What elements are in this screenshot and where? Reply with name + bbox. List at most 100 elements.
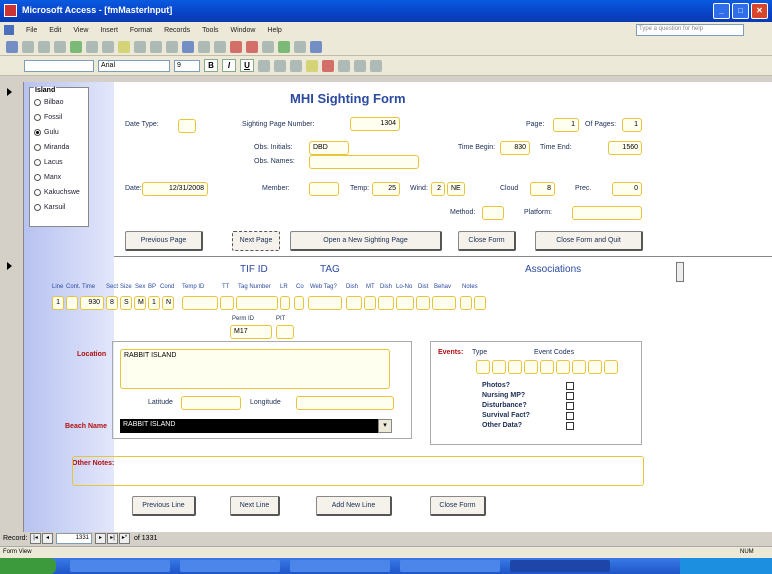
line-color-icon[interactable] [338, 59, 350, 72]
save-icon[interactable] [22, 40, 34, 53]
first-record-icon[interactable]: |◂ [30, 533, 41, 544]
font-combo[interactable]: Arial [98, 59, 170, 72]
bp-field[interactable]: 1 [148, 296, 160, 310]
island-option-1[interactable]: Fossil [34, 114, 62, 121]
tt-field[interactable] [220, 296, 234, 310]
menu-edit[interactable]: Edit [49, 27, 61, 34]
sort-desc-icon[interactable] [166, 40, 178, 53]
obs-names-field[interactable] [309, 155, 419, 169]
apply-filter-icon[interactable] [198, 40, 210, 53]
menu-tools[interactable]: Tools [202, 27, 218, 34]
event-code-field-4[interactable] [572, 360, 586, 374]
lr-field[interactable] [280, 296, 290, 310]
disturbance-checkbox[interactable] [566, 402, 574, 410]
longitude-field[interactable] [296, 396, 394, 410]
other-notes-field[interactable] [72, 456, 644, 486]
time-field[interactable]: 930 [80, 296, 104, 310]
preview-icon[interactable] [54, 40, 66, 53]
taskbar-item-1[interactable] [70, 560, 170, 572]
island-option-4[interactable]: Lacus [34, 159, 63, 166]
event-code-field-3[interactable] [556, 360, 570, 374]
cond-field[interactable]: N [162, 296, 174, 310]
menu-insert[interactable]: Insert [100, 27, 118, 34]
fill-color-icon[interactable] [306, 59, 318, 72]
cont-field[interactable] [66, 296, 78, 310]
spelling-icon[interactable] [70, 40, 82, 53]
date-type-field[interactable] [178, 119, 196, 133]
location-field[interactable]: RABBIT ISLAND [120, 349, 390, 389]
align-center-icon[interactable] [274, 59, 286, 72]
next-page-button[interactable]: Next Page [232, 231, 280, 251]
size-field[interactable]: S [120, 296, 132, 310]
maximize-icon[interactable]: □ [732, 3, 749, 19]
member-field[interactable] [309, 182, 339, 196]
close-form-and-quit-button[interactable]: Close Form and Quit [535, 231, 643, 251]
help-search-input[interactable]: Type a question for help [636, 24, 744, 36]
event-type-field-1[interactable] [476, 360, 490, 374]
print-icon[interactable] [38, 40, 50, 53]
island-option-7[interactable]: Karsuil [34, 204, 65, 211]
record-number-input[interactable]: 1331 [56, 533, 92, 544]
prev-record-icon[interactable]: ◂ [42, 533, 53, 544]
of-pages-field[interactable]: 1 [622, 118, 642, 132]
lo-no-field[interactable] [396, 296, 414, 310]
previous-page-button[interactable]: Previous Page [125, 231, 203, 251]
sighting-page-field[interactable]: 1304 [350, 117, 400, 131]
italic-button[interactable]: I [222, 59, 236, 72]
minimize-icon[interactable]: _ [713, 3, 730, 19]
find-icon[interactable] [214, 40, 226, 53]
mt-field[interactable] [364, 296, 376, 310]
pit-field[interactable] [276, 325, 294, 339]
database-window-icon[interactable] [278, 40, 290, 53]
method-field[interactable] [482, 206, 504, 220]
close-icon[interactable]: ✕ [751, 3, 768, 19]
event-type-field-3[interactable] [508, 360, 522, 374]
view-icon[interactable] [6, 40, 18, 53]
help-icon[interactable] [310, 40, 322, 53]
object-combo[interactable] [24, 59, 94, 72]
next-record-icon[interactable]: ▸ [95, 533, 106, 544]
sex-field[interactable]: M [134, 296, 146, 310]
sort-asc-icon[interactable] [150, 40, 162, 53]
previous-line-button[interactable]: Previous Line [132, 496, 196, 516]
menu-format[interactable]: Format [130, 27, 152, 34]
paste-icon[interactable] [118, 40, 130, 53]
last-record-icon[interactable]: ▸| [107, 533, 118, 544]
dist-field[interactable] [416, 296, 430, 310]
taskbar-item-4[interactable] [400, 560, 500, 572]
island-option-6[interactable]: Kakuchswe [34, 189, 80, 196]
line-field[interactable]: 1 [52, 296, 64, 310]
latitude-field[interactable] [181, 396, 241, 410]
date-field[interactable]: 12/31/2008 [142, 182, 208, 196]
cut-icon[interactable] [86, 40, 98, 53]
obs-initials-field[interactable]: DBD [309, 141, 349, 155]
time-begin-field[interactable]: 830 [500, 141, 530, 155]
taskbar-item-active[interactable] [510, 560, 610, 572]
menu-help[interactable]: Help [267, 27, 281, 34]
start-button[interactable] [0, 558, 56, 574]
behav-field[interactable] [432, 296, 456, 310]
detail-scrollbar[interactable] [676, 262, 684, 282]
temp-field[interactable]: 25 [372, 182, 400, 196]
line-width-icon[interactable] [354, 59, 366, 72]
platform-field[interactable] [572, 206, 642, 220]
notes-field-1[interactable] [460, 296, 472, 310]
island-option-5[interactable]: Manx [34, 174, 61, 181]
temp-id-field[interactable] [182, 296, 218, 310]
align-left-icon[interactable] [258, 59, 270, 72]
special-effect-icon[interactable] [370, 59, 382, 72]
event-code-field-6[interactable] [604, 360, 618, 374]
perm-id-field[interactable]: M17 [230, 325, 272, 339]
new-record-icon[interactable] [230, 40, 242, 53]
cloud-field[interactable]: 8 [530, 182, 555, 196]
time-end-field[interactable]: 1560 [608, 141, 642, 155]
wind-direction-field[interactable]: NE [447, 182, 465, 196]
other-data-checkbox[interactable] [566, 422, 574, 430]
island-option-3[interactable]: Miranda [34, 144, 69, 151]
filter-icon[interactable] [182, 40, 194, 53]
chevron-down-icon[interactable]: ▾ [378, 419, 392, 433]
co-field[interactable] [294, 296, 304, 310]
menu-records[interactable]: Records [164, 27, 190, 34]
open-new-sighting-page-button[interactable]: Open a New Sighting Page [290, 231, 442, 251]
beach-name-combo[interactable]: RABBIT ISLAND [120, 419, 378, 433]
